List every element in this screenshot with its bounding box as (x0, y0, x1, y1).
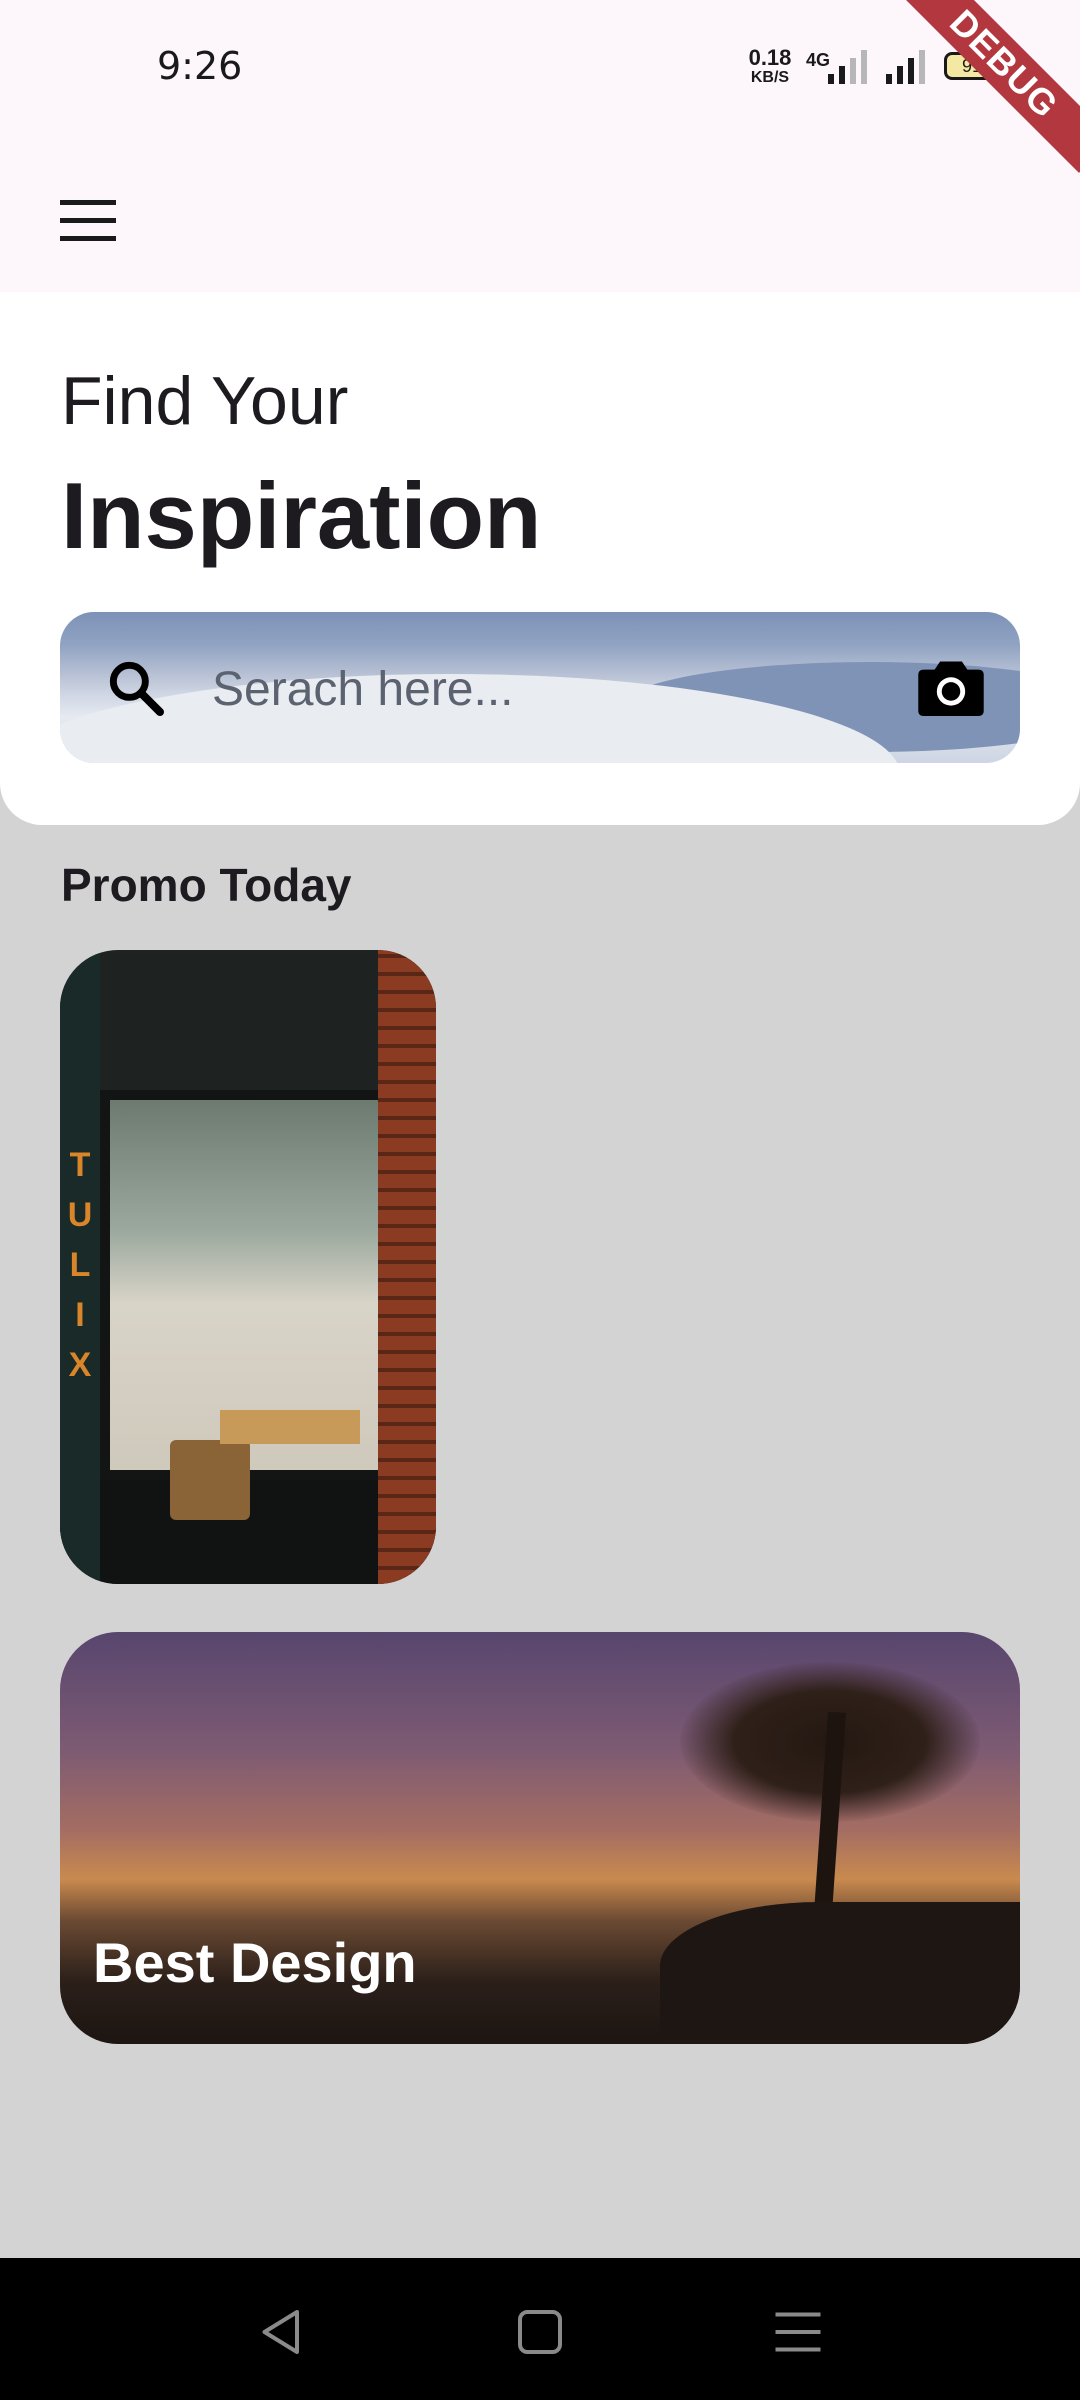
menu-button[interactable] (52, 184, 124, 256)
promo-section-title: Promo Today (61, 859, 352, 911)
signal-icon (828, 50, 867, 84)
search-icon[interactable] (104, 656, 168, 720)
banner-title: Best Design (93, 1931, 417, 1994)
signal-2-icon (886, 50, 925, 84)
network-speed-value: 0.18 (748, 45, 792, 70)
app-bar (0, 140, 1080, 292)
back-triangle-icon[interactable] (252, 2302, 312, 2362)
search-bar[interactable] (60, 612, 1020, 763)
search-input[interactable] (210, 652, 854, 726)
network-speed-unit: KB/S (750, 69, 790, 86)
network-type: 4G (806, 50, 831, 70)
hamburger-menu-icon (60, 200, 116, 205)
home-square-icon[interactable] (510, 2302, 570, 2362)
promo-card[interactable]: TULIX (60, 950, 436, 1584)
status-time: 9:26 (157, 44, 243, 88)
recents-lines-icon[interactable] (768, 2302, 828, 2362)
network-speed: 0.18 KB/S (742, 45, 798, 88)
header-card: Find Your Inspiration (0, 292, 1080, 825)
camera-icon[interactable] (918, 656, 984, 716)
status-bar: 9:26 0.18 KB/S 4G 91 (0, 0, 1080, 140)
system-nav-bar (0, 2258, 1080, 2400)
best-design-card[interactable]: Best Design (60, 1632, 1020, 2044)
page-title: Inspiration (61, 463, 542, 568)
promo-sign-text: TULIX (67, 1146, 93, 1384)
header-subtitle: Find Your (61, 363, 349, 439)
